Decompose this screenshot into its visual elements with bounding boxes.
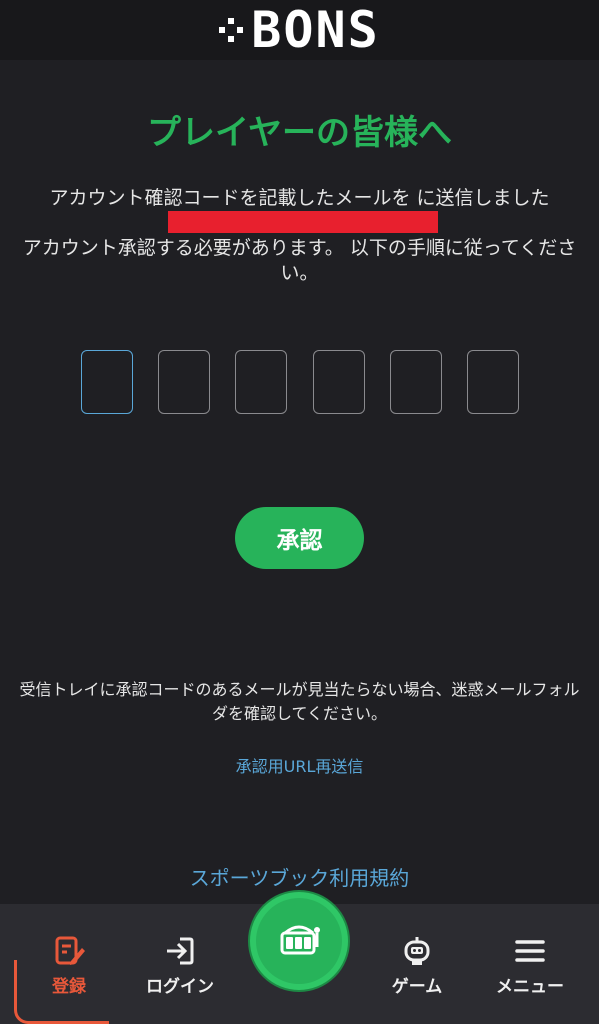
message-line-2: アカウント承認する必要があります。 以下の手順に従ってください。 <box>22 237 577 284</box>
hamburger-menu-icon <box>512 934 548 968</box>
code-digit-2[interactable] <box>158 350 211 414</box>
slot-machine-button[interactable] <box>250 892 348 990</box>
message-line-1: アカウント確認コードを記載したメールを に送信しました <box>49 187 550 209</box>
resend-verification-link[interactable]: 承認用URL再送信 <box>0 753 599 777</box>
page: BONS プレイヤーの皆様へ アカウント確認コードを記載したメールを に送信しま… <box>0 0 599 1024</box>
spam-folder-hint: 受信トレイに承認コードのあるメールが見当たらない場合、迷惑メールフォルダを確認し… <box>19 680 580 723</box>
nav-login[interactable]: ログイン <box>130 934 230 1004</box>
code-digit-6[interactable] <box>466 350 519 414</box>
header: BONS <box>0 0 599 60</box>
confirm-button[interactable]: 承認 <box>235 507 364 569</box>
code-digit-3[interactable] <box>235 350 288 414</box>
login-icon <box>162 934 198 968</box>
code-digit-5[interactable] <box>389 350 442 414</box>
nav-login-label: ログイン <box>146 977 214 997</box>
sportsbook-terms-link[interactable]: スポーツブック利用規約 <box>0 862 599 891</box>
code-digit-4[interactable] <box>312 350 365 414</box>
verification-code-inputs <box>81 350 519 414</box>
code-digit-1[interactable] <box>81 350 133 414</box>
page-title: プレイヤーの皆様へ <box>147 113 452 153</box>
nav-game[interactable]: ゲーム <box>367 934 467 1004</box>
logo-text: BONS <box>251 1 380 59</box>
nav-game-label: ゲーム <box>391 977 443 997</box>
brand-logo[interactable]: BONS <box>219 5 379 55</box>
robot-game-icon <box>399 934 435 968</box>
redacted-email <box>167 211 438 233</box>
nav-menu[interactable]: メニュー <box>480 934 580 1004</box>
verification-message: アカウント確認コードを記載したメールを に送信しました アカウント承認する必要が… <box>18 186 581 286</box>
active-tab-indicator <box>14 960 109 1024</box>
slot-machine-icon <box>275 919 323 963</box>
nav-menu-label: メニュー <box>496 977 564 997</box>
logo-pixel-icon <box>219 18 244 42</box>
